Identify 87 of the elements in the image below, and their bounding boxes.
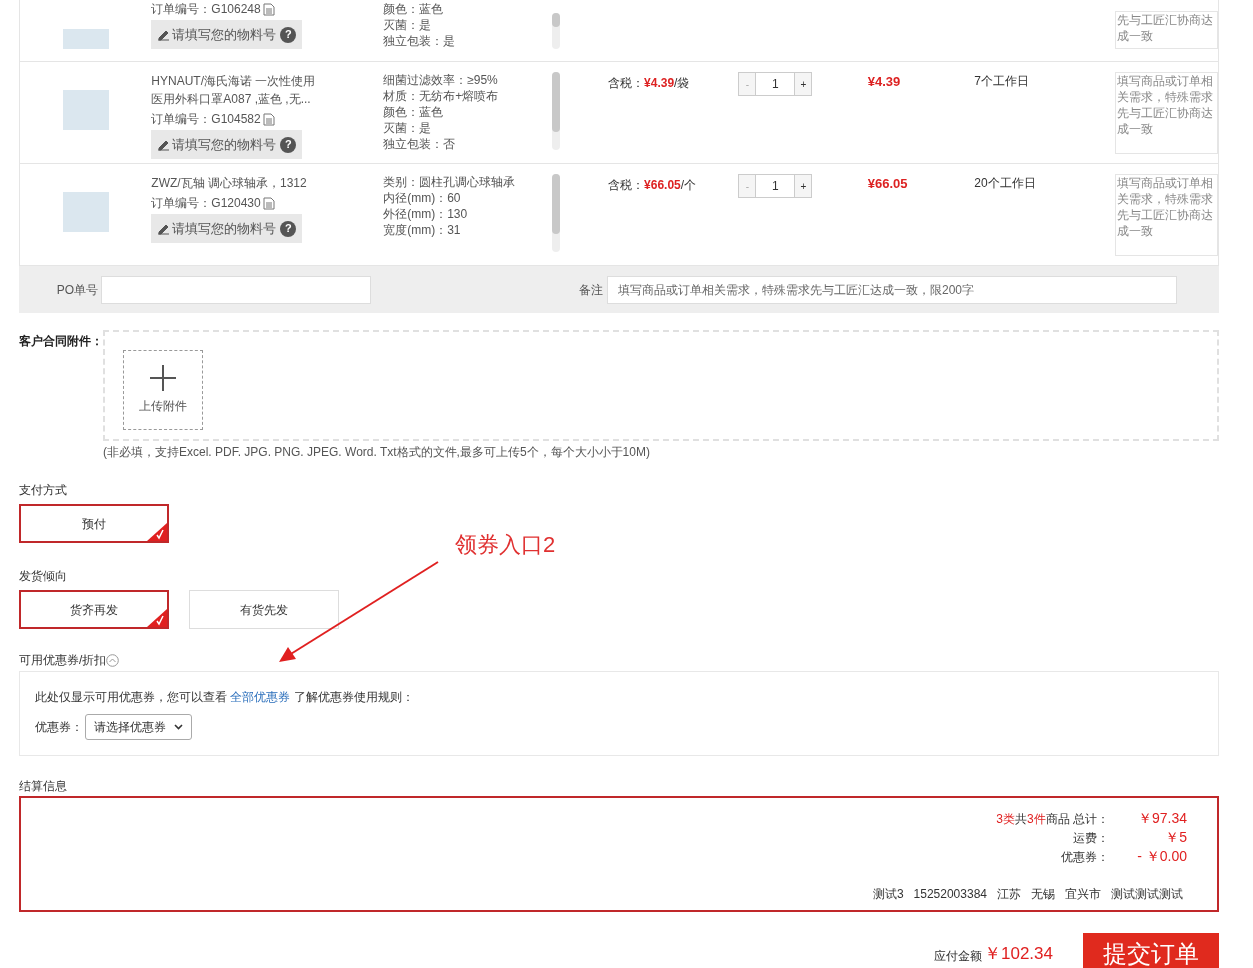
submit-order-button[interactable]: 提交订单 [1083,933,1219,968]
subtotal: ¥66.05 [867,176,908,191]
copy-icon[interactable] [262,196,275,210]
remark-label: 备注 [579,281,604,299]
chevron-down-icon [174,724,183,730]
copy-icon[interactable] [262,2,275,16]
scrollbar[interactable] [552,174,561,252]
summary-label: 运费： [1073,829,1109,847]
product-photo [62,90,109,130]
amount-label: 应付金额 [934,947,982,965]
lead-time: 20个工作日 [974,176,1036,190]
check-icon [147,609,167,627]
summary-label: 3类共3件商品 总计： [996,810,1109,828]
material-number-button[interactable]: 请填写您的物料号 ? [151,20,303,49]
annotation-text: 领券入口2 [455,531,556,559]
unit-price: 含税：¥4.39/袋 [608,76,690,90]
order-number: 订单编号：G104582 [151,111,261,128]
scrollbar[interactable] [552,72,561,150]
address-part: 宜兴市 [1065,886,1101,903]
address-part: 无锡 [1031,886,1055,903]
spec-line: 类别：圆柱孔调心球轴承 [383,174,517,190]
spec-line: 外径(mm)：130 [383,206,469,222]
pencil-icon [157,28,171,41]
po-number-field[interactable] [101,275,371,304]
spec-line: 颜色：蓝色 [383,104,445,120]
scrollbar[interactable] [552,13,561,49]
increase-button[interactable]: + [794,174,813,198]
settlement-label: 结算信息 [19,778,68,795]
spec-line: 材质：无纺布+熔喷布 [383,88,500,104]
option-button[interactable]: 有货先发 [189,590,339,629]
po-label: PO单号 [55,281,99,299]
remark-field[interactable]: 填写商品或订单相关需求，特殊需求先与工匠汇协商达成一致 [1114,174,1218,256]
option-button[interactable]: 预付 [19,504,169,543]
remark-field[interactable]: 填写商品或订单相关需求，特殊需求先与工匠汇达成一致，限200字 [607,275,1177,304]
address-part: 测试测试测试 [1111,886,1183,903]
increase-button[interactable]: + [794,72,813,96]
collapse-icon[interactable] [106,653,120,667]
quantity-field[interactable]: 1 [756,174,795,198]
shipping-label: 发货倾向 [19,568,68,585]
order-number: 订单编号：G120430 [151,195,261,212]
coupon-info-text: 此处仅显示可用优惠券，您可以查看 全部优惠券 了解优惠券使用规则： [35,689,415,706]
product-photo [62,192,109,232]
upload-button[interactable]: 上传附件 [123,350,203,430]
summary-label: 优惠券： [1061,848,1109,866]
address-part: 测试3 [872,886,904,903]
spec-line: 灭菌：是 [383,120,433,136]
help-icon: ? [280,26,297,43]
order-number: 订单编号：G106248 [151,1,261,18]
address-part: 15252003384 [913,886,987,903]
address-part: 江苏 [997,886,1021,903]
spec-line: 独立包装：否 [383,136,457,152]
material-number-button[interactable]: 请填写您的物料号 ? [151,130,303,159]
spec-line: 细菌过滤效率：≥95% [383,72,499,88]
summary-value: ￥5 [1164,828,1187,847]
quantity-field[interactable]: 1 [756,72,795,96]
spec-line: 宽度(mm)：31 [383,222,462,238]
spec-line: 灭菌：是 [383,17,433,33]
coupon-select[interactable]: 请选择优惠券 [85,714,192,740]
check-icon [147,523,167,541]
attachment-label: 客户合同附件： [19,333,103,350]
attachment-note: (非必填，支持Excel. PDF. JPG. PNG. JPEG. Word. Txt格式的文件,最多可上传5个，每个大小小于10M) [103,444,651,461]
payment-label: 支付方式 [19,482,68,499]
coupon-label: 可用优惠券/折扣 [19,652,107,669]
pencil-icon [157,138,171,151]
product-photo [62,29,109,49]
pencil-icon [157,222,171,235]
material-number-button[interactable]: 请填写您的物料号 ? [151,214,303,243]
spec-line: 颜色：蓝色 [383,1,445,17]
remark-field[interactable]: 先与工匠汇协商达成一致 [1114,11,1218,49]
product-title[interactable]: HYNAUT/海氏海诺 一次性使用医用外科口罩A087 ,蓝色 ,无... [151,72,322,108]
spec-line: 独立包装：是 [383,33,457,49]
option-button[interactable]: 货齐再发 [19,590,169,629]
copy-icon[interactable] [262,112,275,126]
help-icon: ? [280,220,297,237]
amount-due: ￥102.34 [984,942,1053,965]
remark-field[interactable]: 填写商品或订单相关需求，特殊需求先与工匠汇协商达成一致 [1114,72,1218,154]
lead-time: 7个工作日 [974,74,1029,88]
unit-price: 含税：¥66.05/个 [608,178,697,192]
subtotal: ¥4.39 [867,74,901,89]
summary-value: ￥97.34 [1136,809,1187,828]
plus-icon [150,365,176,391]
spec-line: 内径(mm)：60 [383,190,462,206]
all-coupons-link[interactable]: 全部优惠券 [230,690,291,704]
summary-value: - ￥0.00 [1136,847,1187,866]
coupon-select-label: 优惠券： [35,719,83,736]
product-title[interactable]: ZWZ/瓦轴 调心球轴承，1312 [151,174,322,192]
help-icon: ? [280,136,297,153]
